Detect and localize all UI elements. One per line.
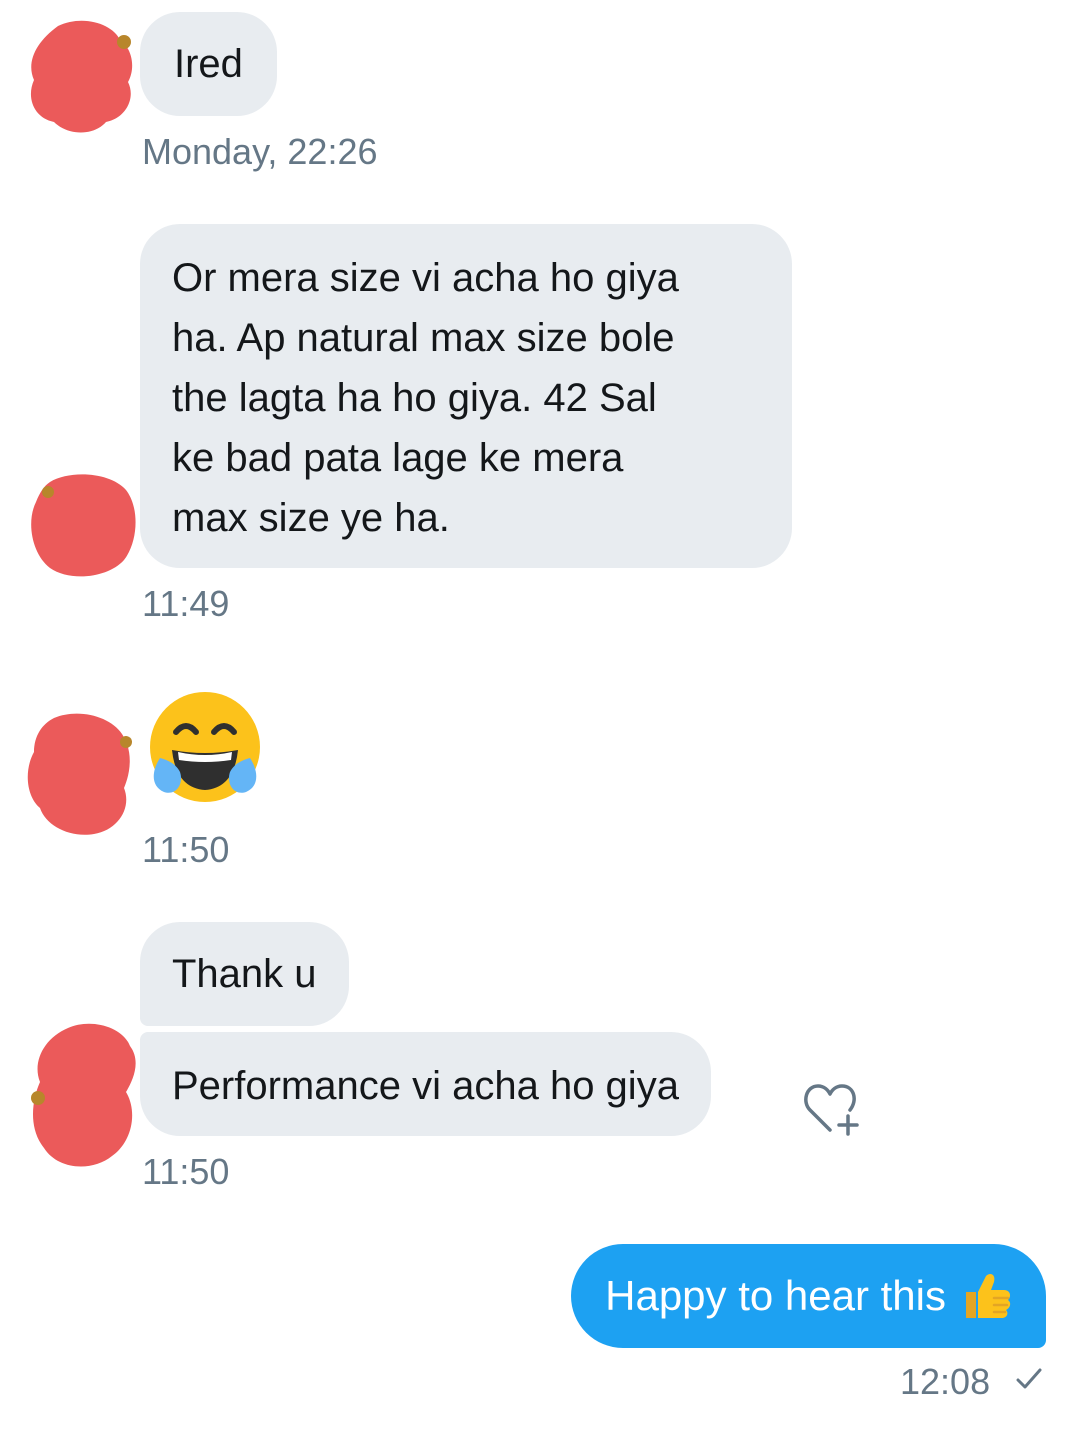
message-text: Thank u <box>172 952 317 996</box>
message-bubble[interactable]: Performance vi acha ho giya <box>140 1032 711 1136</box>
message-timestamp: 11:50 <box>142 829 230 870</box>
message-timestamp: 11:49 <box>142 583 230 624</box>
outgoing-message-bubble[interactable]: Happy to hear this <box>571 1244 1046 1348</box>
message-timestamp: Monday, 22:26 <box>142 131 378 172</box>
message-text-line: ke bad pata lage ke mera <box>172 436 624 480</box>
thumbs-up-icon <box>966 1274 1011 1318</box>
avatar-redacted[interactable] <box>30 472 138 580</box>
face-with-tears-of-joy-icon[interactable] <box>146 690 264 808</box>
message-text-line: ha. Ap natural max size bole <box>172 316 675 360</box>
message-timestamp: 12:08 <box>900 1361 991 1402</box>
avatar-redacted[interactable] <box>26 712 134 836</box>
message-bubble[interactable]: Or mera size vi acha ho giya ha. Ap natu… <box>140 224 792 568</box>
sent-check-icon <box>1016 1368 1042 1389</box>
conversation-view: Ired Monday, 22:26 Or mera size vi acha … <box>0 0 1078 1450</box>
message-text-line: the lagta ha ho giya. 42 Sal <box>172 376 657 420</box>
message-text: Ired <box>174 42 243 86</box>
message-text-line: max size ye ha. <box>172 496 450 540</box>
add-reaction-heart-icon[interactable] <box>804 1080 862 1136</box>
message-text-line: Or mera size vi acha ho giya <box>172 256 679 300</box>
message-bubble[interactable]: Ired <box>140 12 277 116</box>
avatar-redacted[interactable] <box>28 18 136 136</box>
message-text: Happy to hear this <box>605 1272 946 1319</box>
message-bubble[interactable]: Thank u <box>140 922 349 1026</box>
message-timestamp: 11:50 <box>142 1151 230 1192</box>
avatar-redacted[interactable] <box>28 1022 140 1170</box>
message-text: Performance vi acha ho giya <box>172 1064 679 1108</box>
